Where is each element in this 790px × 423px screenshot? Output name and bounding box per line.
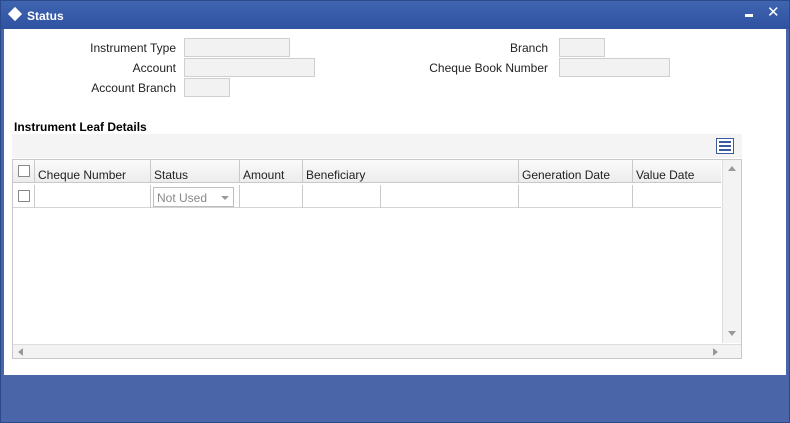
row-select-cell <box>13 185 35 208</box>
select-all-cell <box>13 160 35 183</box>
horizontal-scrollbar[interactable] <box>13 344 741 358</box>
beneficiary-cell[interactable] <box>303 185 381 208</box>
status-select[interactable]: Not Used <box>153 187 234 207</box>
col-beneficiary[interactable]: Beneficiary <box>303 160 519 183</box>
row-checkbox[interactable] <box>18 190 30 202</box>
minimize-icon[interactable] <box>745 7 753 17</box>
scroll-right-icon[interactable] <box>713 348 718 356</box>
account-field[interactable] <box>184 58 315 77</box>
col-status[interactable]: Status <box>151 160 240 183</box>
select-all-checkbox[interactable] <box>18 165 30 177</box>
close-icon[interactable]: ✕ <box>767 5 780 21</box>
amount-cell[interactable] <box>240 185 303 208</box>
account-branch-field[interactable] <box>184 78 230 97</box>
table-row: Not Used <box>13 185 721 208</box>
scroll-up-icon[interactable] <box>728 166 736 171</box>
col-cheque-number[interactable]: Cheque Number <box>35 160 151 183</box>
grid-toolbar <box>12 134 742 158</box>
title-bar: Status ✕ <box>1 1 789 29</box>
value-date-cell[interactable] <box>633 185 721 208</box>
status-select-value: Not Used <box>157 191 208 205</box>
col-amount[interactable]: Amount <box>240 160 303 183</box>
account-label: Account <box>132 61 176 75</box>
col-value-date[interactable]: Value Date <box>633 160 721 183</box>
diamond-icon <box>7 6 23 22</box>
cheque-number-cell[interactable] <box>35 185 151 208</box>
beneficiary-cell-extra[interactable] <box>381 185 519 208</box>
section-title: Instrument Leaf Details <box>14 120 147 134</box>
instrument-leaf-grid: Cheque Number Status Amount Beneficiary … <box>12 159 742 359</box>
status-cell: Not Used <box>151 185 240 208</box>
branch-field[interactable] <box>559 38 605 57</box>
content-panel: Instrument Type Account Account Branch B… <box>4 29 786 375</box>
window-title: Status <box>27 9 64 23</box>
status-window: Status ✕ Instrument Type Account Account… <box>0 0 790 423</box>
instrument-type-label: Instrument Type <box>90 41 176 55</box>
list-view-icon[interactable] <box>716 138 734 154</box>
instrument-type-field[interactable] <box>184 38 290 57</box>
col-generation-date[interactable]: Generation Date <box>519 160 633 183</box>
table-header: Cheque Number Status Amount Beneficiary … <box>13 160 721 183</box>
branch-label: Branch <box>509 41 548 55</box>
scroll-down-icon[interactable] <box>728 331 736 336</box>
cheque-book-number-field[interactable] <box>559 58 670 77</box>
generation-date-cell[interactable] <box>519 185 633 208</box>
vertical-scrollbar[interactable] <box>722 160 741 343</box>
chevron-down-icon <box>221 196 229 200</box>
cheque-book-number-label: Cheque Book Number <box>429 61 548 75</box>
account-branch-label: Account Branch <box>91 81 176 95</box>
scroll-left-icon[interactable] <box>18 348 23 356</box>
